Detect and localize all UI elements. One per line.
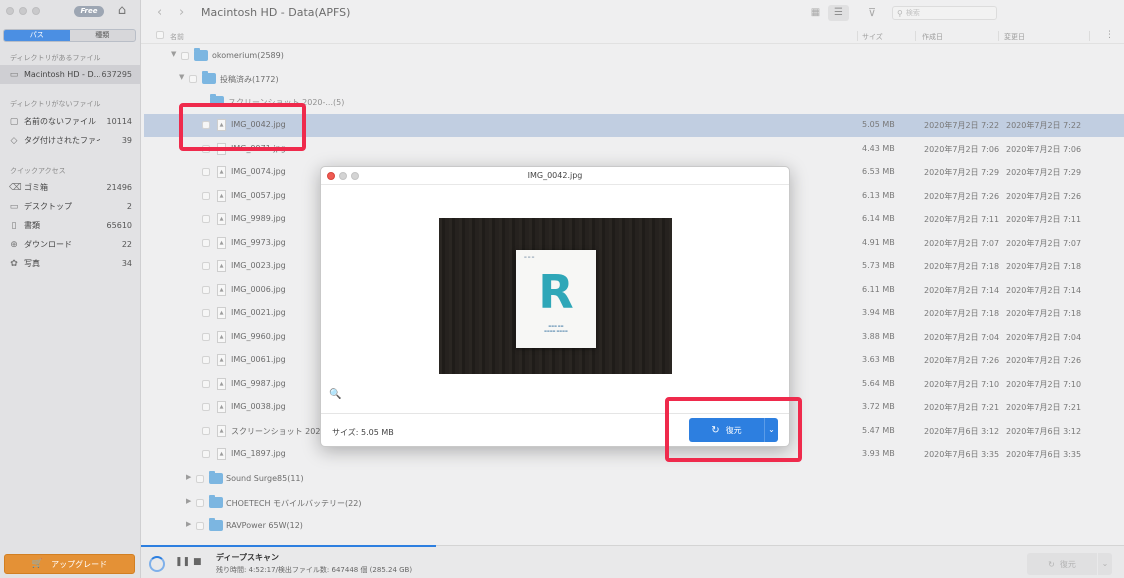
box-top-print: ▬ ▬ ▬ xyxy=(524,255,535,259)
document-icon: ▯ xyxy=(11,220,17,231)
sidebar-item-label: ゴミ箱 xyxy=(24,183,48,192)
sidebar-item-label: デスクトップ xyxy=(24,202,72,211)
sidebar-item-count: 65610 xyxy=(106,221,132,230)
box-small-print: ▬▬▬ ▬▬ ▬▬▬▬ ▬▬▬▬ xyxy=(544,324,568,333)
home-icon[interactable]: ⌂ xyxy=(114,3,130,19)
sidebar-item-count: 22 xyxy=(121,240,132,249)
main-restore-dropdown[interactable]: ⌄ xyxy=(1098,553,1112,575)
section-header-quick: クイックアクセス xyxy=(10,167,66,175)
minimize-window-button[interactable] xyxy=(19,7,27,15)
upgrade-button[interactable]: 🛒 アップグレード xyxy=(4,554,135,574)
sidebar-item-count: 34 xyxy=(121,259,132,268)
box-logo: R xyxy=(538,265,574,319)
sidebar: Free ⌂ パス 種類 ディレクトリがあるファイル ▭ Macintosh H… xyxy=(0,0,141,578)
window-controls xyxy=(6,7,40,15)
sidebar-item-label: Macintosh HD - D... xyxy=(24,70,100,79)
status-bar: ❚❚ ■ ディープスキャン 残り時間: 4:52:17/検出ファイル数: 647… xyxy=(141,545,1124,578)
restore-button-highlight xyxy=(665,397,802,462)
sidebar-item-label: 名前のないファイル xyxy=(24,117,96,126)
close-window-button[interactable] xyxy=(6,7,14,15)
zoom-window-button[interactable] xyxy=(32,7,40,15)
sidebar-item-label: 写真 xyxy=(24,259,40,268)
selected-row-highlight xyxy=(179,103,306,151)
sidebar-item-count: 39 xyxy=(121,136,132,145)
section-header-dir: ディレクトリがあるファイル xyxy=(10,54,101,62)
file-size-label: サイズ: 5.05 MB xyxy=(332,428,394,437)
download-icon: ⊕ xyxy=(10,239,18,250)
main-restore-button[interactable]: ↻ 復元 xyxy=(1027,553,1097,575)
sidebar-item-count: 2 xyxy=(126,202,132,211)
product-box: ▬ ▬ ▬ R ▬▬▬ ▬▬ ▬▬▬▬ ▬▬▬▬ xyxy=(516,250,596,348)
sidebar-item-photos[interactable]: ✿ 写真 34 xyxy=(0,254,140,273)
desktop-icon: ▭ xyxy=(9,201,19,212)
upgrade-label: アップグレード xyxy=(51,559,108,569)
stop-icon[interactable]: ■ xyxy=(193,557,202,567)
drive-icon: ▭ xyxy=(9,69,19,80)
section-header-nodir: ディレクトリがないファイル xyxy=(10,100,101,108)
scan-spinner-icon xyxy=(149,556,165,572)
tab-path[interactable]: パス xyxy=(4,30,70,41)
scan-detail: 残り時間: 4:52:17/検出ファイル数: 647448 個 (285.24 … xyxy=(216,566,413,574)
sidebar-item-desktop[interactable]: ▭ デスクトップ 2 xyxy=(0,197,140,216)
sidebar-item-count: 637295 xyxy=(101,70,132,79)
tag-icon: ◇ xyxy=(10,135,18,146)
dialog-title: IMG_0042.jpg xyxy=(527,171,583,180)
sidebar-item-unnamed[interactable]: ▢ 名前のないファイル 10114 xyxy=(0,112,140,131)
sidebar-item-count: 10114 xyxy=(106,117,132,126)
view-mode-tabs: パス 種類 xyxy=(3,29,136,42)
cart-icon: 🛒 xyxy=(31,559,44,569)
sidebar-item-label: タグ付けされたファイル xyxy=(24,136,100,145)
sidebar-item-drive[interactable]: ▭ Macintosh HD - D... 637295 xyxy=(0,65,140,84)
sidebar-item-trash[interactable]: ⌫ ゴミ箱 21496 xyxy=(0,178,140,197)
free-badge: Free xyxy=(74,6,104,17)
tab-type[interactable]: 種類 xyxy=(70,30,136,41)
sidebar-item-label: ダウンロード xyxy=(24,240,72,249)
sidebar-item-label: 書類 xyxy=(24,221,40,230)
main-restore-label: 復元 xyxy=(1059,559,1076,569)
scan-title: ディープスキャン xyxy=(216,553,279,562)
folder-icon: ▢ xyxy=(9,116,19,127)
pause-icon[interactable]: ❚❚ xyxy=(175,557,190,567)
zoom-icon[interactable]: 🔍 xyxy=(329,389,341,400)
photo-icon: ✿ xyxy=(10,258,18,269)
sidebar-item-documents[interactable]: ▯ 書類 65610 xyxy=(0,216,140,235)
preview-image: ▬ ▬ ▬ R ▬▬▬ ▬▬ ▬▬▬▬ ▬▬▬▬ xyxy=(439,218,672,374)
dialog-titlebar: IMG_0042.jpg xyxy=(321,167,789,185)
sidebar-item-count: 21496 xyxy=(106,183,132,192)
sidebar-item-downloads[interactable]: ⊕ ダウンロード 22 xyxy=(0,235,140,254)
scan-progress-bar xyxy=(141,545,436,547)
trash-icon: ⌫ xyxy=(9,182,22,193)
restore-icon: ↻ xyxy=(1048,559,1055,569)
sidebar-item-tagged[interactable]: ◇ タグ付けされたファイル 39 xyxy=(0,131,140,150)
